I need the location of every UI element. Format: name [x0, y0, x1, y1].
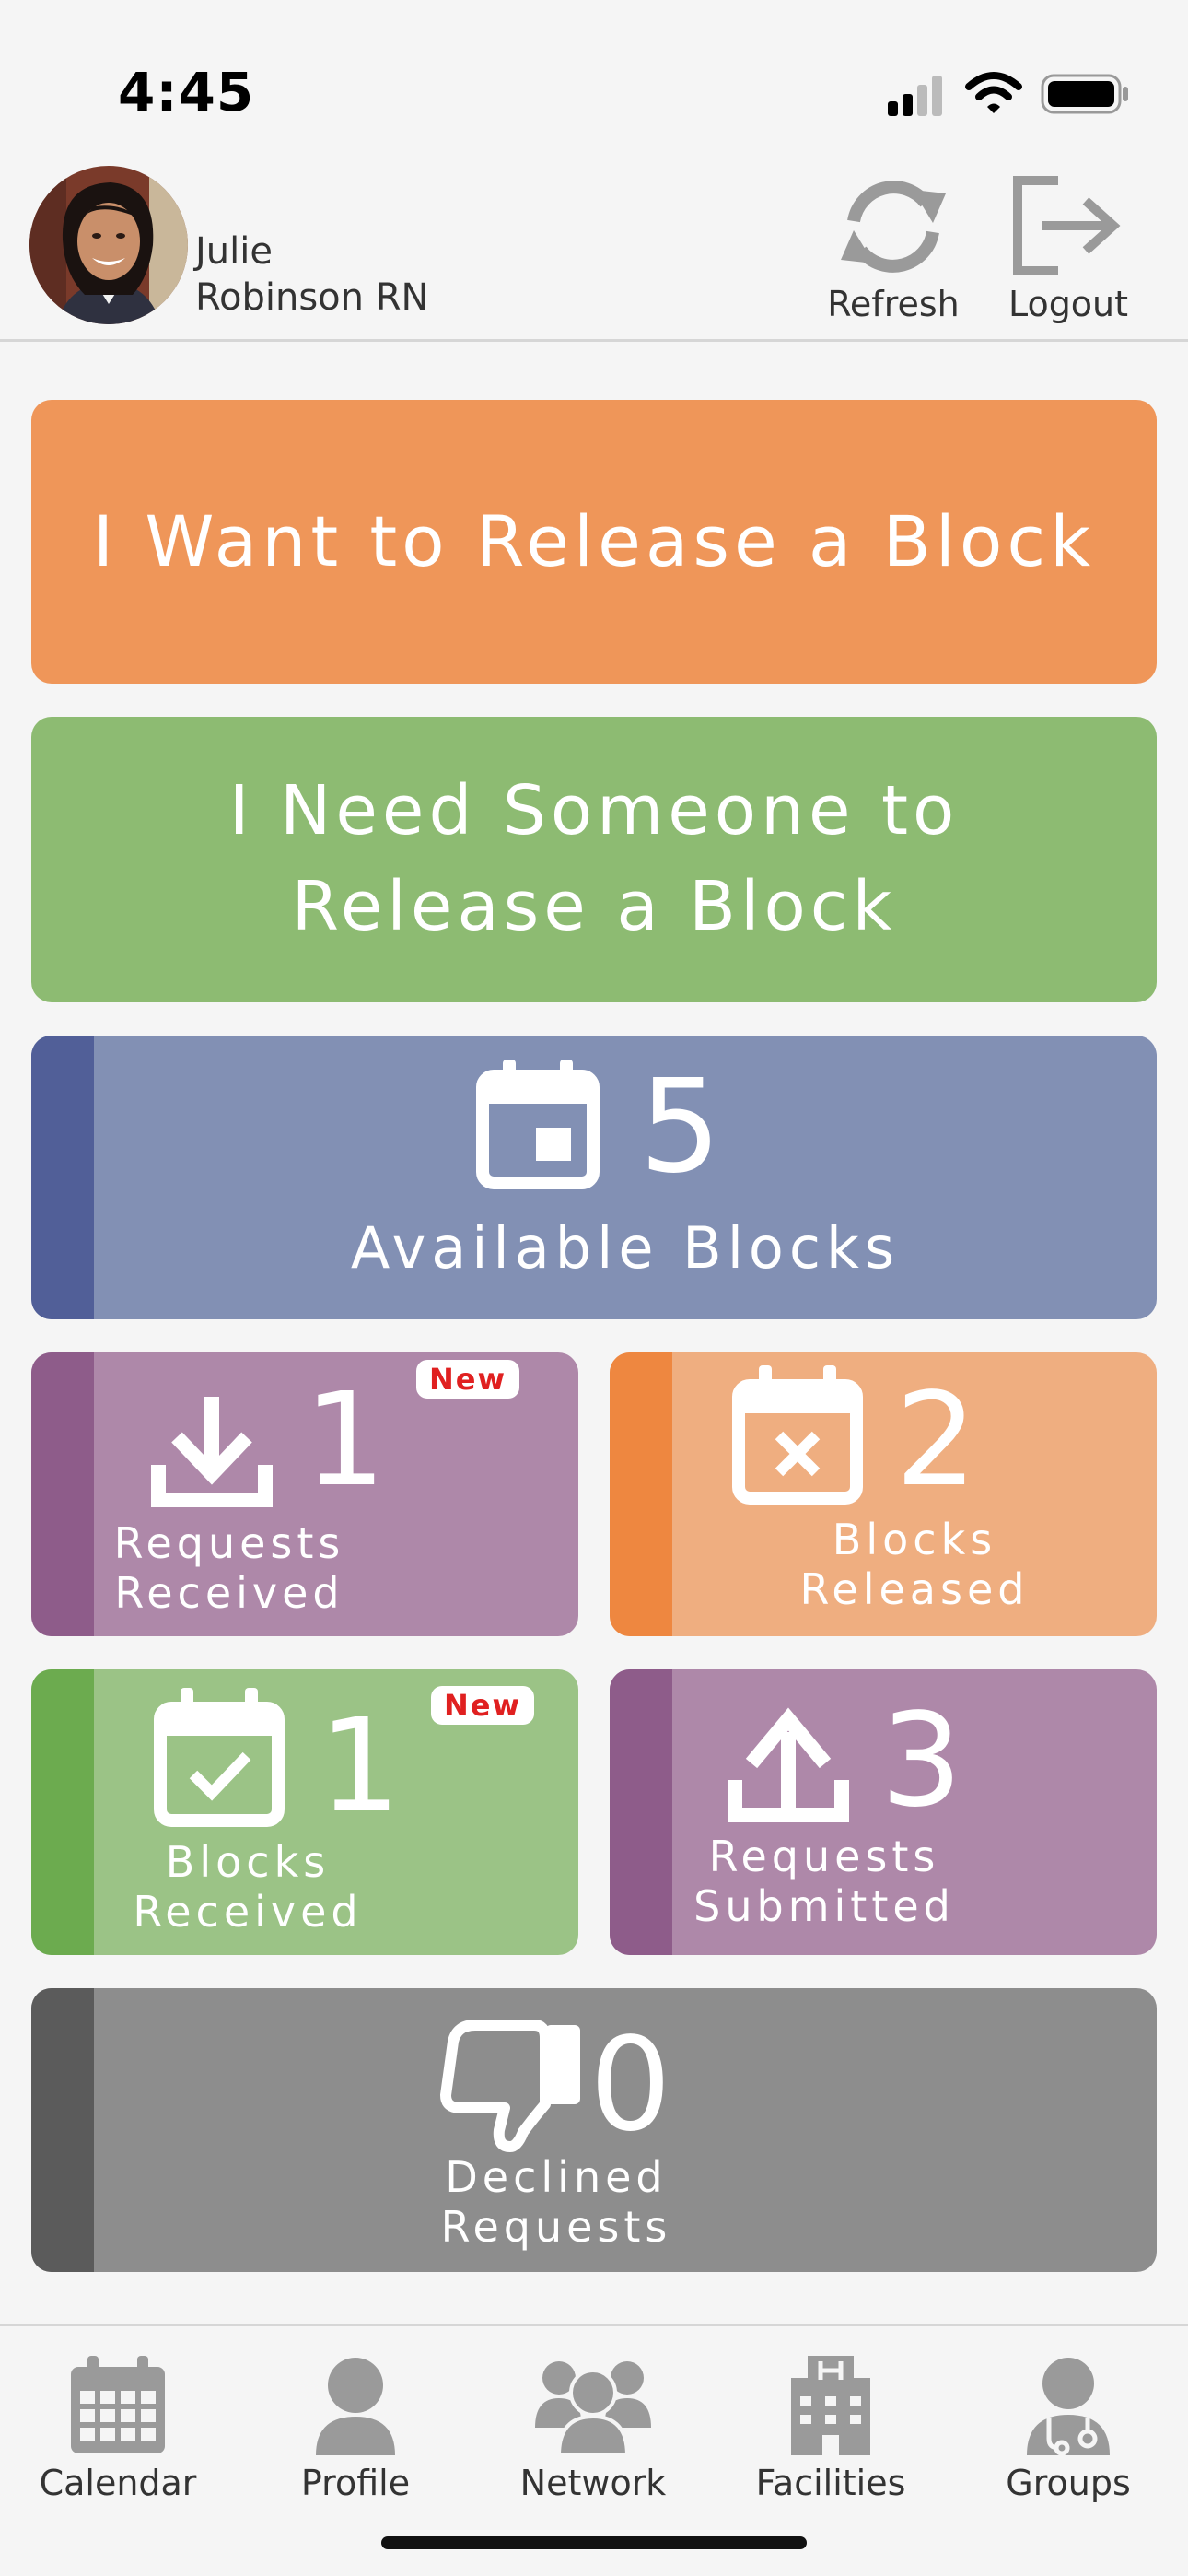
nav-calendar-label: Calendar — [39, 2463, 197, 2503]
available-label: Available Blocks — [350, 1214, 901, 1282]
label-line: Received — [133, 1887, 363, 1937]
wifi-icon — [965, 72, 1022, 113]
label-line: Declined — [445, 2152, 668, 2202]
calendar-x-icon — [732, 1365, 863, 1505]
logout-button[interactable]: Logout — [985, 175, 1151, 324]
blocks-released-tile[interactable]: 2 Blocks Released — [610, 1352, 1157, 1636]
calendar-icon — [71, 2356, 165, 2453]
cellular-signal-icon — [888, 76, 942, 116]
nav-groups-label: Groups — [1006, 2463, 1131, 2503]
need-release-line1: I Need Someone to — [228, 771, 960, 850]
declined-requests-tile[interactable]: 0 Declined Requests — [31, 1988, 1157, 2272]
release-block-label: I Want to Release a Block — [92, 500, 1096, 582]
requests-received-count: 1 — [304, 1365, 387, 1516]
new-badge: New — [416, 1360, 520, 1399]
download-icon — [151, 1397, 273, 1507]
user-name: Julie Robinson RN — [195, 228, 428, 321]
nav-facilities[interactable]: Facilities — [729, 2354, 932, 2503]
doctor-icon — [1027, 2358, 1110, 2456]
nav-profile[interactable]: Profile — [254, 2354, 457, 2503]
label-line: Blocks — [832, 1515, 997, 1564]
blocks-released-count: 2 — [895, 1365, 978, 1516]
blocks-released-label: Blocks Released — [672, 1515, 1157, 1614]
home-indicator — [381, 2536, 807, 2549]
tile-stripe — [31, 1669, 94, 1955]
nav-divider — [0, 2324, 1188, 2326]
nav-groups[interactable]: Groups — [967, 2354, 1170, 2503]
thumbs-down-icon — [440, 2020, 580, 2152]
nav-calendar[interactable]: Calendar — [17, 2354, 219, 2503]
label-line: Released — [799, 1564, 1030, 1614]
label-line: Requests — [708, 1832, 940, 1881]
avatar[interactable] — [29, 166, 188, 324]
logout-icon — [1013, 176, 1121, 275]
label-line: Requests — [113, 1518, 345, 1568]
tile-stripe — [610, 1352, 672, 1636]
logout-label: Logout — [1007, 284, 1129, 324]
tile-stripe — [610, 1669, 672, 1955]
need-release-line2: Release a Block — [291, 867, 897, 946]
release-block-button[interactable]: I Want to Release a Block — [31, 400, 1157, 684]
nav-network[interactable]: Network — [492, 2354, 694, 2503]
requests-received-label: Requests Received — [96, 1518, 363, 1618]
profile-icon — [316, 2358, 395, 2455]
need-release-button[interactable]: I Need Someone to Release a Block — [31, 717, 1157, 1002]
network-icon — [535, 2361, 651, 2457]
tile-stripe — [31, 1352, 94, 1636]
user-last-name: Robinson RN — [195, 276, 429, 319]
calendar-day-icon — [476, 1060, 600, 1189]
requests-submitted-count: 3 — [880, 1686, 963, 1836]
status-time: 4:45 — [118, 61, 255, 123]
battery-icon — [1041, 74, 1128, 114]
label-line: Submitted — [693, 1881, 955, 1931]
hospital-icon — [791, 2356, 870, 2455]
label-line: Received — [114, 1568, 344, 1618]
header-divider — [0, 339, 1188, 342]
refresh-icon — [841, 181, 946, 273]
declined-count: 0 — [589, 2010, 672, 2160]
requests-submitted-label: Requests Submitted — [672, 1832, 976, 1931]
upload-icon — [728, 1707, 849, 1822]
blocks-received-label: Blocks Received — [96, 1837, 400, 1937]
new-badge: New — [431, 1686, 535, 1725]
available-count: 5 — [639, 1052, 722, 1202]
profile-photo — [29, 166, 188, 324]
nav-profile-label: Profile — [300, 2463, 411, 2503]
nav-facilities-label: Facilities — [755, 2463, 906, 2503]
declined-label: Declined Requests — [418, 2152, 694, 2252]
refresh-button[interactable]: Refresh — [810, 175, 976, 324]
blocks-received-tile[interactable]: New 1 Blocks Received — [31, 1669, 578, 1955]
requests-received-tile[interactable]: New 1 Requests Received — [31, 1352, 578, 1636]
refresh-label: Refresh — [827, 284, 960, 324]
blocks-received-count: 1 — [319, 1692, 402, 1842]
label-line: Blocks — [165, 1837, 331, 1887]
tile-stripe — [31, 1036, 94, 1319]
tile-stripe — [31, 1988, 94, 2272]
user-first-name: Julie — [195, 230, 273, 273]
available-blocks-tile[interactable]: 5 Available Blocks — [31, 1036, 1157, 1319]
nav-network-label: Network — [519, 2463, 667, 2503]
requests-submitted-tile[interactable]: 3 Requests Submitted — [610, 1669, 1157, 1955]
calendar-check-icon — [154, 1688, 285, 1827]
label-line: Requests — [440, 2202, 672, 2252]
